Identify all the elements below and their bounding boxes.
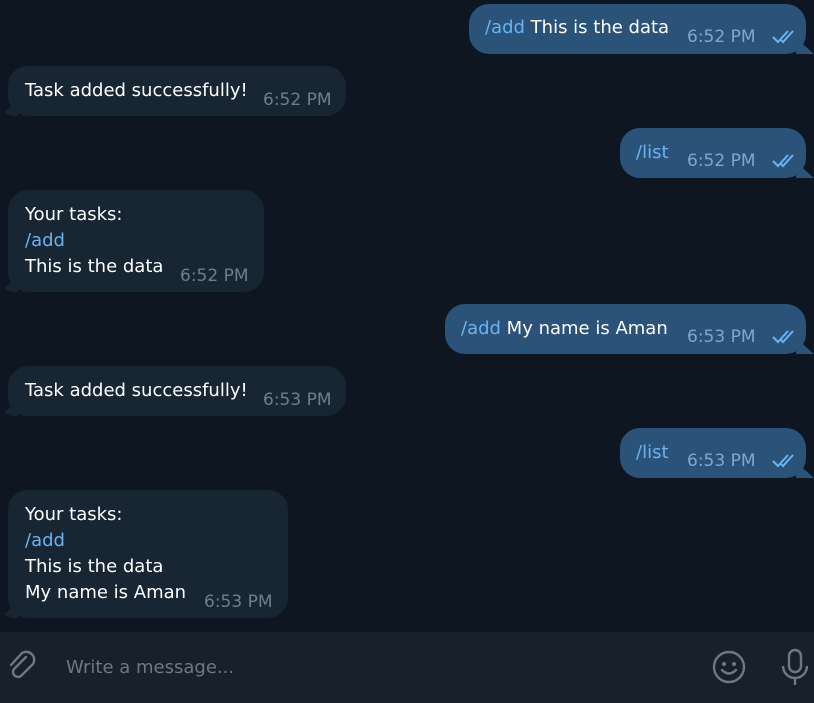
outgoing-message[interactable]: /add This is the data 6:52 PM xyxy=(469,4,806,54)
message-time: 6:53 PM xyxy=(687,451,756,471)
message-time: 6:52 PM xyxy=(263,90,332,110)
paperclip-icon[interactable] xyxy=(4,648,40,684)
double-check-icon xyxy=(772,152,798,168)
command-link[interactable]: /list xyxy=(636,442,669,463)
command-link[interactable]: /add xyxy=(25,228,65,254)
message-time: 6:53 PM xyxy=(204,592,273,612)
message-text: Task added successfully! xyxy=(25,80,248,101)
double-check-icon xyxy=(772,328,798,344)
incoming-message[interactable]: Task added successfully! 6:53 PM xyxy=(8,366,346,416)
message-time: 6:53 PM xyxy=(687,327,756,347)
incoming-message[interactable]: Task added successfully! 6:52 PM xyxy=(8,66,346,116)
message-text: This is the data xyxy=(524,17,670,38)
incoming-message[interactable]: Your tasks: /add This is the data 6:52 P… xyxy=(8,190,264,292)
message-time: 6:52 PM xyxy=(180,266,249,286)
microphone-icon[interactable] xyxy=(778,646,812,688)
incoming-message[interactable]: Your tasks: /add This is the data My nam… xyxy=(8,490,288,618)
command-link[interactable]: /add xyxy=(461,318,501,339)
message-time: 6:52 PM xyxy=(687,27,756,47)
command-link[interactable]: /add xyxy=(485,17,525,38)
outgoing-message[interactable]: /list 6:52 PM xyxy=(620,128,806,178)
message-text: My name is Aman xyxy=(25,582,187,603)
command-link[interactable]: /list xyxy=(636,142,669,163)
message-text: My name is Aman xyxy=(500,318,668,339)
message-text: Your tasks: xyxy=(25,504,123,525)
message-text: Task added successfully! xyxy=(25,380,248,401)
message-text: This is the data xyxy=(25,556,164,577)
double-check-icon xyxy=(772,452,798,468)
message-text: This is the data xyxy=(25,256,164,277)
message-time: 6:53 PM xyxy=(263,390,332,410)
message-time: 6:52 PM xyxy=(687,151,756,171)
outgoing-message[interactable]: /add My name is Aman 6:53 PM xyxy=(445,304,806,354)
command-link[interactable]: /add xyxy=(25,528,65,554)
message-text: Your tasks: xyxy=(25,204,123,225)
double-check-icon xyxy=(772,28,798,44)
outgoing-message[interactable]: /list 6:53 PM xyxy=(620,428,806,478)
message-list[interactable]: /add This is the data 6:52 PM Task added… xyxy=(0,0,814,632)
emoji-icon[interactable] xyxy=(711,649,747,685)
message-input[interactable] xyxy=(64,648,668,686)
